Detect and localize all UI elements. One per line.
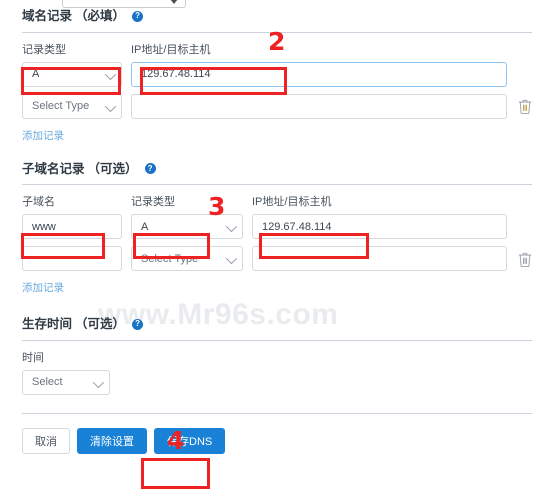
- section-optional-tag: （可选）: [87, 161, 138, 176]
- annotation-number-2: 2: [268, 27, 286, 56]
- help-icon[interactable]: ?: [132, 10, 144, 22]
- help-icon[interactable]: ?: [144, 163, 156, 175]
- form-actions: 取消 清除设置 保存DNS: [22, 427, 532, 454]
- subdomain-input[interactable]: [22, 246, 122, 271]
- record-type-select[interactable]: A: [131, 214, 243, 239]
- ip-host-input[interactable]: [131, 93, 507, 119]
- help-icon[interactable]: ?: [132, 318, 144, 330]
- ip-host-value: 129.67.48.114: [262, 220, 332, 233]
- section-divider: [22, 184, 532, 185]
- footer-divider: [22, 412, 532, 414]
- column-label-ip-host: IP地址/目标主机: [252, 196, 332, 208]
- domain-record-row: Select Type: [22, 93, 532, 119]
- add-record-link[interactable]: 添加记录: [22, 130, 64, 142]
- column-label-time: 时间: [22, 351, 44, 364]
- section-header-domain-records: 域名记录 （必填） ?: [22, 10, 532, 23]
- record-type-select[interactable]: Select Type: [131, 246, 243, 271]
- save-dns-button[interactable]: 保存DNS: [154, 427, 226, 454]
- record-type-value: A: [32, 68, 40, 80]
- chevron-down-icon: [104, 68, 117, 80]
- caret-down-icon: [170, 0, 178, 4]
- cancel-button[interactable]: 取消: [22, 427, 70, 454]
- annotation-number-3: 3: [208, 192, 226, 221]
- column-label-ip-host: IP地址/目标主机: [131, 43, 211, 56]
- record-type-value: Select Type: [141, 252, 199, 265]
- chevron-down-icon: [225, 220, 238, 233]
- record-type-select[interactable]: Select Type: [22, 93, 122, 119]
- ip-host-value: 129.67.48.114: [141, 68, 211, 80]
- record-type-value: A: [141, 220, 149, 233]
- chevron-down-icon: [104, 100, 117, 112]
- ip-host-input[interactable]: [252, 246, 507, 271]
- delete-row-icon[interactable]: [518, 251, 532, 267]
- ttl-value: Select: [32, 376, 63, 388]
- section-divider: [22, 339, 532, 341]
- delete-row-icon[interactable]: [518, 98, 532, 114]
- annotation-box-save-dns: [141, 458, 210, 489]
- ip-host-input[interactable]: 129.67.48.114: [252, 214, 507, 239]
- subdomain-record-row: www A 129.67.48.114: [22, 214, 532, 239]
- column-label-record-type: 记录类型: [131, 196, 175, 208]
- ip-host-input[interactable]: 129.67.48.114: [131, 61, 507, 87]
- column-label-subdomain: 子域名: [22, 196, 55, 208]
- chevron-down-icon: [92, 376, 105, 388]
- truncated-select-top[interactable]: [62, 0, 186, 8]
- subdomain-record-row: Select Type: [22, 246, 532, 271]
- section-required-tag: （必填）: [75, 9, 126, 23]
- annotation-number-4: 4: [167, 426, 185, 455]
- record-type-value: Select Type: [32, 100, 90, 112]
- domain-record-row: A 129.67.48.114: [22, 61, 532, 87]
- clear-settings-button[interactable]: 清除设置: [77, 427, 147, 454]
- section-title: 子域名记录: [22, 161, 85, 176]
- ttl-select[interactable]: Select: [22, 369, 110, 395]
- chevron-down-icon: [225, 252, 238, 265]
- section-optional-tag: （可选）: [75, 317, 126, 331]
- section-header-subdomain-records: 子域名记录 （可选） ?: [22, 161, 532, 176]
- add-record-link[interactable]: 添加记录: [22, 283, 64, 294]
- section-header-ttl: 生存时间 （可选） ?: [22, 318, 532, 331]
- record-type-select[interactable]: A: [22, 61, 122, 87]
- section-title: 生存时间: [22, 317, 73, 331]
- subdomain-value: www: [32, 220, 56, 233]
- section-title: 域名记录: [22, 9, 73, 23]
- column-label-record-type: 记录类型: [22, 43, 66, 56]
- subdomain-input[interactable]: www: [22, 214, 122, 239]
